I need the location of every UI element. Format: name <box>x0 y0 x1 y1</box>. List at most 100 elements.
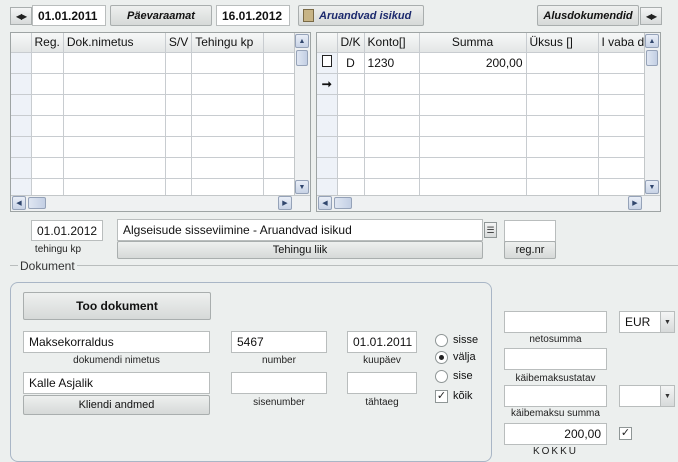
total-checkbox[interactable]: ✓ <box>619 427 632 440</box>
grid-cell[interactable] <box>191 73 265 95</box>
grid-cell[interactable] <box>165 136 193 158</box>
grid-cell[interactable] <box>63 94 166 116</box>
grid-cell[interactable] <box>419 115 527 137</box>
base-documents-button[interactable]: Alusdokumendid <box>537 5 639 26</box>
table-row[interactable] <box>317 157 659 179</box>
grid-cell[interactable] <box>63 115 166 137</box>
period-start-date[interactable]: 01.01.2011 <box>32 5 106 26</box>
scroll-thumb[interactable] <box>296 50 308 66</box>
transaction-type-list-icon[interactable]: ☰ <box>484 222 497 238</box>
scroll-right-icon[interactable]: ▶ <box>628 196 642 210</box>
row-indicator[interactable] <box>317 157 338 179</box>
column-header[interactable]: Üksus [] <box>526 33 599 53</box>
table-row[interactable] <box>317 115 659 137</box>
grid-cell[interactable] <box>364 94 420 116</box>
vat-sum-field[interactable] <box>504 385 607 407</box>
direction-radio-internal[interactable] <box>435 370 448 383</box>
grid-cell[interactable] <box>526 157 599 179</box>
table-row[interactable] <box>11 94 301 116</box>
total-field[interactable]: 200,00 <box>504 423 607 445</box>
scroll-thumb[interactable] <box>646 50 658 66</box>
table-row[interactable] <box>11 52 301 74</box>
documents-grid[interactable]: Reg. Dok.nimetus S/V Tehingu kp ▲ ▼ ◀ ▶ <box>10 32 311 212</box>
grid-cell[interactable] <box>31 157 64 179</box>
scroll-up-icon[interactable]: ▲ <box>295 34 309 48</box>
grid-cell[interactable] <box>31 136 64 158</box>
debit-credit-cell[interactable]: D <box>337 52 365 74</box>
due-date-field[interactable] <box>347 372 417 394</box>
table-row[interactable] <box>11 157 301 179</box>
grid-cell[interactable] <box>191 52 265 74</box>
grid-cell[interactable] <box>526 94 599 116</box>
unit-cell[interactable] <box>526 52 599 74</box>
vat-rate-field[interactable] <box>504 348 607 370</box>
registration-number-field[interactable] <box>504 220 556 242</box>
column-header[interactable]: Reg. <box>31 33 64 53</box>
prev-next-arrows-left[interactable]: ◀▶ <box>10 7 32 25</box>
currency-dropdown-icon[interactable]: ▼ <box>660 312 674 332</box>
transaction-type-field[interactable]: Algseisude sisseviimine - Aruandvad isik… <box>117 219 483 241</box>
all-checkbox[interactable]: ✓ <box>435 390 448 403</box>
grid-cell[interactable] <box>63 52 166 74</box>
grid-cell[interactable] <box>337 115 365 137</box>
grid-cell[interactable] <box>337 136 365 158</box>
grid-cell[interactable] <box>364 115 420 137</box>
grid-cell[interactable] <box>419 94 527 116</box>
prev-next-arrows-right[interactable]: ◀▶ <box>640 7 662 25</box>
scroll-down-icon[interactable]: ▼ <box>645 180 659 194</box>
grid-cell[interactable] <box>337 94 365 116</box>
table-row[interactable] <box>317 94 659 116</box>
table-row[interactable]: D 1230 200,00 <box>317 52 659 74</box>
scroll-thumb[interactable] <box>28 197 46 209</box>
scroll-left-icon[interactable]: ◀ <box>12 196 26 210</box>
row-indicator[interactable] <box>11 73 32 95</box>
grid-cell[interactable] <box>364 73 420 95</box>
internal-number-field[interactable] <box>231 372 327 394</box>
grid-cell[interactable] <box>364 136 420 158</box>
column-header[interactable]: Summa <box>419 33 527 53</box>
grid-cell[interactable] <box>165 115 193 137</box>
transaction-date-field[interactable]: 01.01.2012 <box>31 220 103 241</box>
grid-cell[interactable] <box>191 136 265 158</box>
scroll-left-icon[interactable]: ◀ <box>318 196 332 210</box>
grid-cell[interactable] <box>526 136 599 158</box>
grid-cell[interactable] <box>165 73 193 95</box>
transaction-type-button[interactable]: Tehingu liik <box>117 241 483 259</box>
journal-button[interactable]: Päevaraamat <box>110 5 212 26</box>
grid-cell[interactable] <box>337 73 365 95</box>
scroll-right-icon[interactable]: ▶ <box>278 196 292 210</box>
row-indicator[interactable] <box>11 136 32 158</box>
scroll-thumb[interactable] <box>334 197 352 209</box>
row-indicator[interactable] <box>317 94 338 116</box>
grid-cell[interactable] <box>337 157 365 179</box>
grid-cell[interactable] <box>526 115 599 137</box>
table-row[interactable]: ➞ <box>317 73 659 95</box>
document-name-field[interactable]: Maksekorraldus <box>23 331 210 353</box>
client-details-button[interactable]: Kliendi andmed <box>23 395 210 415</box>
entries-grid[interactable]: D/K Konto[] Summa Üksus [] I vaba di D 1… <box>316 32 661 212</box>
row-indicator[interactable] <box>11 115 32 137</box>
table-row[interactable] <box>317 136 659 158</box>
net-sum-field[interactable] <box>504 311 607 333</box>
direction-radio-out[interactable] <box>435 351 448 364</box>
grid-cell[interactable] <box>419 136 527 158</box>
column-header[interactable]: Dok.nimetus <box>63 33 166 53</box>
table-row[interactable] <box>11 73 301 95</box>
registration-number-button[interactable]: reg.nr <box>504 241 556 259</box>
column-header[interactable]: Tehingu kp <box>191 33 265 53</box>
report-persons-button[interactable]: Aruandvad isikud <box>298 5 424 26</box>
grid-cell[interactable] <box>165 157 193 179</box>
row-indicator[interactable] <box>317 136 338 158</box>
grid-cell[interactable] <box>63 73 166 95</box>
amount-cell[interactable]: 200,00 <box>419 52 527 74</box>
direction-radio-in[interactable] <box>435 334 448 347</box>
client-name-field[interactable]: Kalle Asjalik <box>23 372 210 394</box>
grid-cell[interactable] <box>419 157 527 179</box>
documents-horizontal-scrollbar[interactable]: ◀ ▶ <box>11 195 310 211</box>
grid-cell[interactable] <box>364 157 420 179</box>
grid-cell[interactable] <box>526 73 599 95</box>
grid-cell[interactable] <box>31 94 64 116</box>
grid-cell[interactable] <box>31 115 64 137</box>
grid-cell[interactable] <box>63 157 166 179</box>
grid-cell[interactable] <box>63 136 166 158</box>
